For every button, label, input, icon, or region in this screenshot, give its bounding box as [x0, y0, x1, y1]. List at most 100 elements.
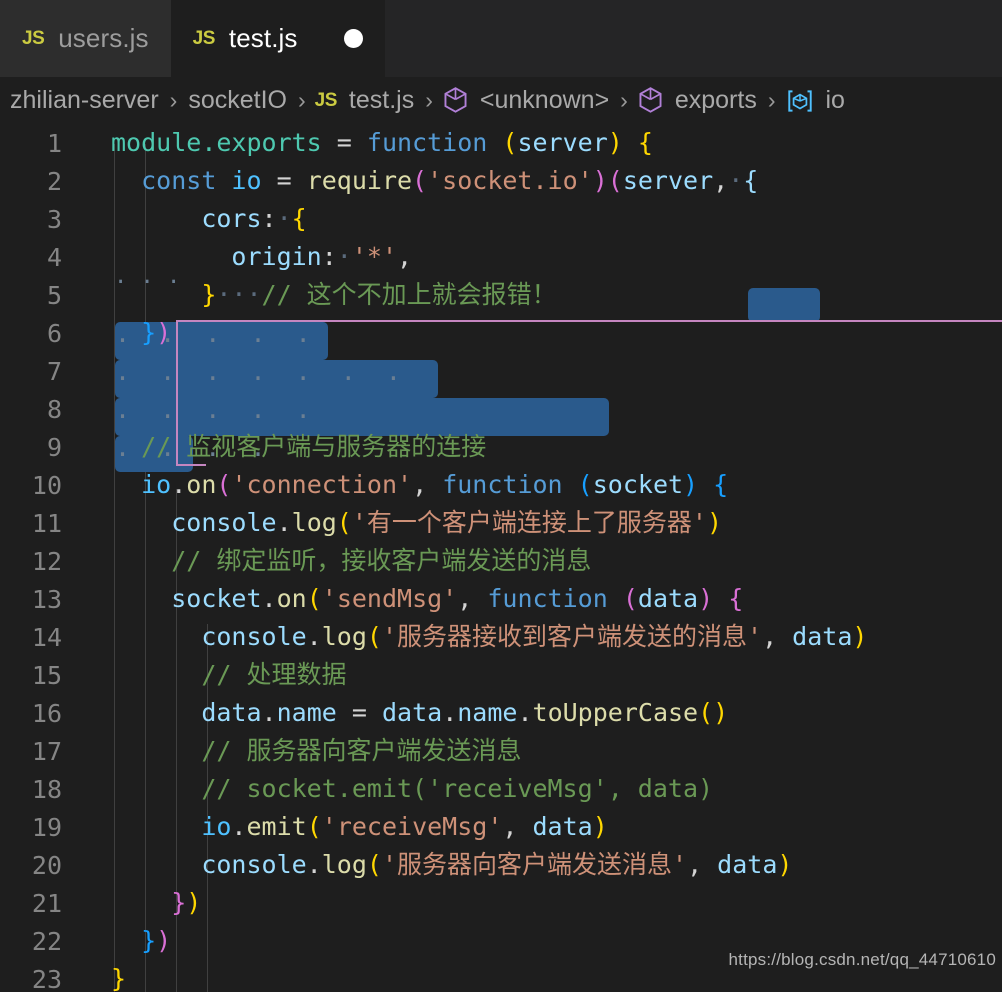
token: socket: [171, 584, 262, 613]
line-number: 14: [31, 622, 62, 652]
chevron-right-icon: ›: [620, 87, 628, 113]
code-line[interactable]: 10 io.on('connection', function (socket)…: [0, 466, 1002, 504]
js-file-icon: JS: [192, 27, 216, 49]
token: ): [713, 698, 729, 727]
token: log: [291, 508, 337, 537]
token: =: [261, 166, 307, 195]
code-line[interactable]: 17 // 服务器向客户端发送消息: [0, 732, 1002, 770]
code-line[interactable]: 5 }···// 这个不加上就会报错！: [0, 276, 1002, 314]
token: .: [201, 128, 217, 157]
token: // 服务器向客户端发送消息: [201, 736, 522, 765]
token: (: [336, 508, 352, 537]
token: }: [201, 280, 217, 309]
breadcrumb-item-unknown[interactable]: <unknown>: [442, 86, 611, 115]
token: (: [698, 698, 714, 727]
code-line[interactable]: 4 origin:·'*',: [0, 238, 1002, 276]
code-line[interactable]: 2 const io = require('socket.io')(server…: [0, 162, 1002, 200]
token: '*': [351, 242, 398, 271]
whitespace-dots: · · · · ·: [115, 402, 311, 431]
line-number: 18: [31, 774, 62, 804]
tab-label: test.js: [228, 23, 298, 53]
tab-users-js[interactable]: JS users.js: [0, 0, 171, 77]
token: '有一个客户端连接上了服务器': [351, 508, 707, 537]
code-line[interactable]: 19 io.emit('receiveMsg', data): [0, 808, 1002, 846]
code-line[interactable]: 21 }): [0, 884, 1002, 922]
editor-lines: 1 module.exports = function (server) { 2…: [0, 124, 1002, 992]
line-content: }): [111, 884, 1002, 922]
line-number: 22: [31, 926, 62, 956]
code-line[interactable]: 3 cors:·{: [0, 200, 1002, 238]
code-line[interactable]: 15 // 处理数据: [0, 656, 1002, 694]
code-line[interactable]: 18 // socket.emit('receiveMsg', data): [0, 770, 1002, 808]
code-line[interactable]: 14 console.log('服务器接收到客户端发送的消息', data): [0, 618, 1002, 656]
token: ,: [713, 166, 729, 195]
line-number: 1: [46, 128, 62, 158]
token: socket: [592, 470, 684, 499]
token: ): [186, 888, 202, 917]
code-editor[interactable]: · · · · · · · · · · · · · · · · · · · · …: [0, 124, 1002, 992]
line-content: cors:·{: [111, 200, 1002, 238]
symbol-object-icon: [637, 86, 664, 115]
whitespace-dot: ·: [728, 166, 744, 195]
breadcrumb-label: zhilian-server: [10, 86, 159, 114]
token: (: [366, 622, 382, 651]
line-content: }···// 这个不加上就会报错！: [111, 276, 1002, 314]
token: function: [366, 128, 488, 157]
token: '服务器向客户端发送消息': [381, 850, 688, 879]
token: module: [111, 128, 202, 157]
token: (: [577, 470, 593, 499]
token: (: [366, 850, 382, 879]
token: ): [852, 622, 868, 651]
token: // 处理数据: [201, 660, 347, 689]
code-line[interactable]: 12 // 绑定监听，接收客户端发送的消息: [0, 542, 1002, 580]
code-line[interactable]: 16 data.name = data.name.toUpperCase(): [0, 694, 1002, 732]
line-number: 2: [46, 166, 62, 196]
breadcrumb-item-socketio[interactable]: socketIO: [186, 86, 289, 115]
token: }: [141, 926, 157, 955]
line-number: 7: [46, 356, 62, 386]
token: function: [487, 584, 608, 613]
line-number: 20: [31, 850, 62, 880]
line-number: 19: [31, 812, 62, 842]
token: ,: [457, 584, 488, 613]
breadcrumb-item-exports[interactable]: exports: [637, 86, 759, 115]
token: ): [607, 128, 623, 157]
line-number: 4: [46, 242, 62, 272]
code-line[interactable]: 13 socket.on('sendMsg', function (data) …: [0, 580, 1002, 618]
breadcrumb-item-test-js[interactable]: JS test.js: [315, 86, 417, 115]
token: .: [171, 470, 187, 499]
symbol-variable-icon: [785, 88, 815, 114]
breadcrumb-item-io[interactable]: io: [785, 86, 847, 115]
token: ,: [412, 470, 443, 499]
line-number: 9: [46, 432, 62, 462]
token: {: [698, 470, 729, 499]
code-line[interactable]: 1 module.exports = function (server) {: [0, 124, 1002, 162]
line-number: 11: [31, 508, 62, 538]
token: data: [792, 622, 853, 651]
token: (: [306, 812, 322, 841]
js-file-icon: JS: [22, 27, 45, 49]
token: data: [381, 698, 443, 727]
token: 'sendMsg': [321, 584, 458, 613]
code-line[interactable]: 11 console.log('有一个客户端连接上了服务器'): [0, 504, 1002, 542]
js-file-icon: JS: [314, 89, 338, 111]
code-line[interactable]: 20 console.log('服务器向客户端发送消息', data): [0, 846, 1002, 884]
line-content: origin:·'*',: [111, 238, 1002, 276]
token: // 这个不加上就会报错！: [261, 280, 557, 309]
token: on: [276, 584, 307, 613]
chevron-right-icon: ›: [425, 87, 433, 113]
line-content: console.log('有一个客户端连接上了服务器'): [111, 504, 1002, 542]
token: .: [306, 850, 322, 879]
token: ): [156, 318, 172, 347]
token: log: [321, 850, 367, 879]
token: require: [306, 166, 413, 195]
unsaved-dot-icon[interactable]: [343, 29, 363, 48]
breadcrumb-item-zhilian-server[interactable]: zhilian-server: [8, 86, 161, 115]
line-content: // 服务器向客户端发送消息: [111, 732, 1002, 770]
token: function: [442, 470, 563, 499]
token: .: [517, 698, 533, 727]
tab-test-js[interactable]: JS test.js: [170, 0, 385, 77]
token: ): [592, 812, 608, 841]
breadcrumb-label: <unknown>: [479, 86, 610, 114]
token: }: [141, 318, 157, 347]
